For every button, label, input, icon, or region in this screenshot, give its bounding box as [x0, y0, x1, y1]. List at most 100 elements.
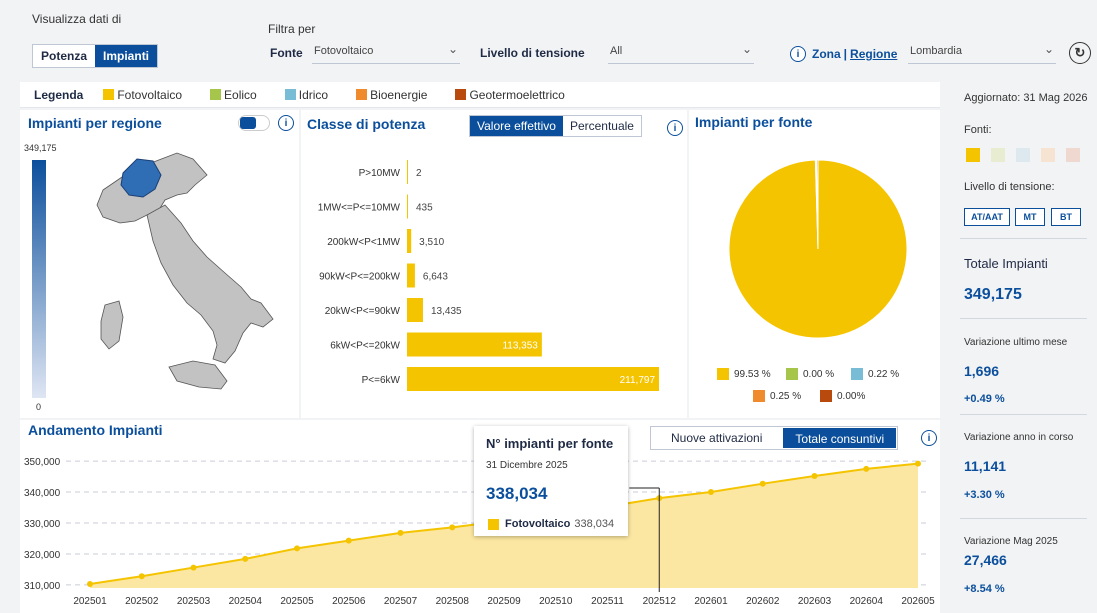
- data-point[interactable]: [449, 524, 456, 531]
- x-tick-label: 202501: [73, 596, 107, 607]
- tensione-value: All: [610, 45, 623, 57]
- swatch-icon: [851, 368, 863, 380]
- tooltip-series-value: 338,034: [574, 518, 615, 530]
- view-toggle: Potenza Impianti: [32, 44, 159, 68]
- mt-button[interactable]: MT: [1015, 208, 1045, 226]
- total-label: Totale Impianti: [964, 256, 1048, 271]
- x-tick-label: 202507: [384, 596, 418, 607]
- tooltip-date: 31 Dicembre 2025: [486, 460, 568, 471]
- swatch-icon: [284, 89, 296, 100]
- zona-regione-switch: i Zona | Regione: [790, 46, 897, 62]
- legend-item-bioenergie[interactable]: Bioenergie: [356, 88, 427, 102]
- data-point[interactable]: [811, 472, 818, 479]
- regione-select[interactable]: Lombardia ⌄: [908, 42, 1056, 64]
- percentuale-button[interactable]: Percentuale: [563, 116, 641, 136]
- data-point[interactable]: [190, 564, 197, 571]
- regione-link[interactable]: Regione: [850, 47, 897, 61]
- map-toggle[interactable]: [238, 115, 270, 131]
- x-tick-label: 202601: [694, 596, 728, 607]
- power-class-panel: Classe di potenza Valore effettivo Perce…: [301, 110, 687, 418]
- month-value: 1,696: [964, 363, 1000, 379]
- chart-tooltip: N° impianti per fonte 31 Dicembre 2025 3…: [474, 426, 628, 536]
- data-point[interactable]: [87, 580, 93, 587]
- power-bar[interactable]: [407, 194, 408, 219]
- sicilia-region[interactable]: [168, 360, 228, 390]
- info-icon[interactable]: i: [667, 120, 683, 136]
- legend-label: Geotermoelettrico: [469, 87, 565, 102]
- pie-legend-value: 0.22 %: [868, 368, 900, 380]
- view-potenza-button[interactable]: Potenza: [33, 45, 95, 67]
- power-class-chart: P>10MW 2 1MW<=P<=10MW 435 200kW<P<1MW 3,510 90…: [318, 160, 659, 391]
- x-tick-label: 202503: [177, 596, 211, 607]
- y-tick-label: 330,000: [24, 519, 61, 530]
- total-value: 349,175: [964, 286, 1022, 303]
- x-tick-label: 202510: [539, 596, 573, 607]
- swatch-icon: [488, 518, 499, 530]
- legend-title: Legenda: [34, 87, 84, 102]
- tooltip-series: Fotovoltaico 338,034: [488, 518, 614, 530]
- zona-link[interactable]: Zona: [812, 47, 841, 61]
- data-point[interactable]: [242, 555, 249, 562]
- at-aat-button[interactable]: AT/AAT: [964, 208, 1010, 226]
- bar-value-label: 2: [416, 168, 422, 179]
- fonte-swatch-geotermoelettrico[interactable]: [1066, 148, 1080, 162]
- x-tick-label: 202504: [229, 596, 263, 607]
- view-impianti-button[interactable]: Impianti: [95, 45, 158, 67]
- x-tick-label: 202509: [487, 596, 521, 607]
- fonte-select[interactable]: Fotovoltaico ⌄: [312, 42, 460, 64]
- fonte-swatch-bioenergie[interactable]: [1041, 148, 1055, 162]
- filter-bar: Visualizza dati di Potenza Impianti Filt…: [20, 10, 1097, 76]
- scale-max-label: 349,175: [24, 143, 57, 153]
- data-point[interactable]: [294, 545, 300, 552]
- power-bar[interactable]: [407, 298, 423, 322]
- legend-item-eolico[interactable]: Eolico: [210, 88, 257, 102]
- data-point[interactable]: [759, 480, 766, 487]
- view-label: Visualizza dati di: [32, 12, 122, 26]
- power-bar[interactable]: [407, 160, 408, 184]
- tensione-select[interactable]: All ⌄: [608, 42, 754, 64]
- chevron-down-icon: ⌄: [1043, 42, 1054, 56]
- bar-value-label: 13,435: [431, 306, 462, 317]
- x-tick-label: 202605: [901, 596, 935, 607]
- legend-item-idrico[interactable]: Idrico: [284, 88, 328, 102]
- x-tick-label: 202508: [436, 596, 470, 607]
- data-point[interactable]: [915, 460, 921, 467]
- chevron-down-icon: ⌄: [741, 42, 752, 56]
- swatch-icon: [103, 89, 115, 100]
- tensione-sidebar-label: Livello di tensione:: [964, 181, 1055, 193]
- fonte-swatch-eolico[interactable]: [991, 148, 1005, 162]
- power-bar[interactable]: [407, 263, 415, 288]
- source-panel: Impianti per fonte 99.53 % 0.00 % 0.22 %…: [689, 110, 940, 418]
- data-point[interactable]: [138, 573, 145, 580]
- legend-item-geotermoelettrico[interactable]: Geotermoelettrico: [455, 87, 565, 102]
- data-point[interactable]: [708, 489, 714, 496]
- swatch-icon: [210, 89, 222, 100]
- fonte-swatch-idrico[interactable]: [1016, 148, 1030, 162]
- data-point[interactable]: [345, 537, 352, 544]
- bt-button[interactable]: BT: [1051, 208, 1081, 226]
- pie-legend-row-2: 0.25 % 0.00%: [717, 390, 927, 402]
- bar-value-label: 435: [416, 203, 433, 214]
- central-south-italy-region[interactable]: [146, 204, 274, 364]
- refresh-icon[interactable]: ↻: [1069, 42, 1091, 64]
- legend-item-fotovoltaico[interactable]: Fotovoltaico: [103, 88, 182, 102]
- summary-sidebar: Aggiornato: 31 Mag 2026 Fonti: Livello d…: [948, 82, 1097, 613]
- category-label: P<=6kW: [362, 375, 401, 386]
- fonte-label: Fonte: [270, 46, 303, 60]
- fonte-swatch-fotovoltaico[interactable]: [966, 148, 980, 162]
- x-tick-label: 202603: [798, 596, 832, 607]
- sardegna-region[interactable]: [100, 300, 124, 350]
- swatch-icon: [455, 89, 467, 100]
- year-pct: +3.30 %: [964, 489, 1005, 501]
- x-tick-label: 202506: [332, 596, 366, 607]
- category-label: 90kW<P<=200kW: [319, 272, 400, 283]
- data-point[interactable]: [397, 529, 404, 536]
- valore-effettivo-button[interactable]: Valore effettivo: [470, 116, 563, 136]
- italy-map[interactable]: [65, 145, 295, 415]
- info-icon[interactable]: i: [790, 46, 806, 62]
- separator: |: [843, 47, 848, 61]
- power-bar[interactable]: [407, 229, 412, 253]
- category-label: 200kW<P<1MW: [327, 237, 400, 248]
- data-point[interactable]: [863, 465, 870, 472]
- info-icon[interactable]: i: [278, 115, 294, 131]
